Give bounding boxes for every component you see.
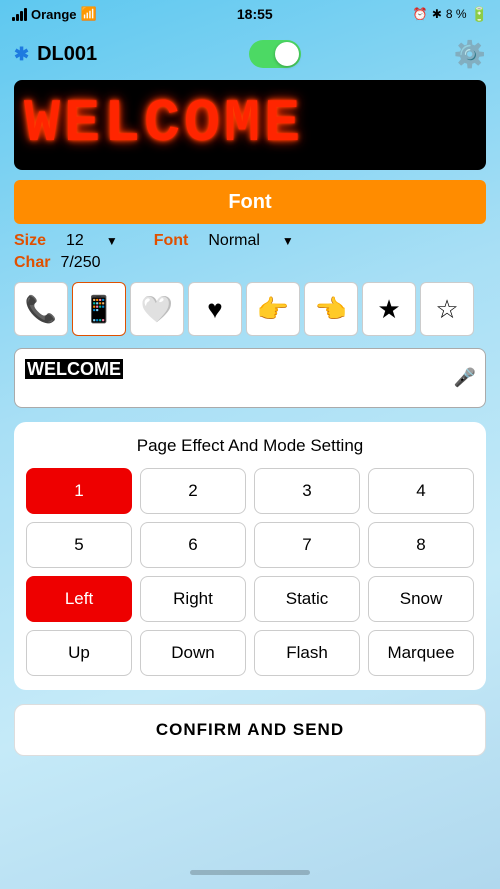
wifi-icon: 📶 xyxy=(81,6,97,22)
emoji-item-4[interactable]: 👉 xyxy=(246,282,300,336)
carrier-label: Orange xyxy=(31,7,77,22)
led-display: WELCOME xyxy=(14,80,486,170)
device-name: DL001 xyxy=(37,43,97,66)
confirm-send-button[interactable]: CONFIRM AND SEND xyxy=(14,704,486,756)
mic-icon[interactable]: 🎤 xyxy=(454,368,476,389)
emoji-item-0[interactable]: 📞 xyxy=(14,282,68,336)
alarm-icon: ⏰ xyxy=(413,7,428,21)
status-bar: Orange 📶 18:55 ⏰ ✱ 8 % 🔋 xyxy=(0,0,500,28)
emoji-item-1[interactable]: 📱 xyxy=(72,282,126,336)
time-display: 18:55 xyxy=(237,6,273,22)
status-left: Orange 📶 xyxy=(12,6,97,22)
settings-icon[interactable]: ⚙️ xyxy=(454,39,486,70)
bluetooth-icon: ✱ xyxy=(14,44,29,65)
status-right: ⏰ ✱ 8 % 🔋 xyxy=(413,6,488,23)
font-dropdown-icon[interactable]: ▼ xyxy=(282,234,294,248)
effect-btn-flash[interactable]: Flash xyxy=(254,630,360,676)
nav-left: ✱ DL001 xyxy=(14,43,97,66)
size-value: 12 xyxy=(66,232,84,250)
effect-btn-right[interactable]: Right xyxy=(140,576,246,622)
signal-icon xyxy=(12,8,27,21)
size-dropdown-icon[interactable]: ▼ xyxy=(106,234,118,248)
effect-btn-snow[interactable]: Snow xyxy=(368,576,474,622)
effect-btn-left[interactable]: Left xyxy=(26,576,132,622)
text-input-highlighted: WELCOME xyxy=(25,359,123,379)
emoji-item-3[interactable]: ♥ xyxy=(188,282,242,336)
emoji-item-6[interactable]: ★ xyxy=(362,282,416,336)
emoji-item-2[interactable]: 🤍 xyxy=(130,282,184,336)
led-text: WELCOME xyxy=(24,91,304,159)
emoji-item-7[interactable]: ☆ xyxy=(420,282,474,336)
size-label: Size xyxy=(14,232,46,250)
effect-btn-3[interactable]: 3 xyxy=(254,468,360,514)
effect-btn-4[interactable]: 4 xyxy=(368,468,474,514)
bluetooth-status-icon: ✱ xyxy=(432,7,442,21)
battery-icon: 🔋 xyxy=(471,6,488,23)
effect-btn-6[interactable]: 6 xyxy=(140,522,246,568)
toggle-knob xyxy=(275,42,299,66)
home-indicator xyxy=(190,870,310,875)
battery-label: 8 % xyxy=(446,7,467,21)
effect-grid: 1 2 3 4 5 6 7 8 Left Right Static Snow U… xyxy=(26,468,474,676)
font-meta-row: Size 12 ▼ Font Normal ▼ xyxy=(0,232,500,250)
effect-btn-8[interactable]: 8 xyxy=(368,522,474,568)
effect-btn-marquee[interactable]: Marquee xyxy=(368,630,474,676)
effect-btn-7[interactable]: 7 xyxy=(254,522,360,568)
page-effect-title: Page Effect And Mode Setting xyxy=(26,436,474,456)
nav-bar: ✱ DL001 ⚙️ xyxy=(0,28,500,80)
text-display-area[interactable]: WELCOME xyxy=(14,348,486,408)
effect-btn-down[interactable]: Down xyxy=(140,630,246,676)
effect-btn-static[interactable]: Static xyxy=(254,576,360,622)
effect-btn-1[interactable]: 1 xyxy=(26,468,132,514)
emoji-item-5[interactable]: 👈 xyxy=(304,282,358,336)
effect-btn-up[interactable]: Up xyxy=(26,630,132,676)
bottom-bar xyxy=(0,855,500,889)
emoji-row: 📞 📱 🤍 ♥ 👉 👈 ★ ☆ xyxy=(0,282,500,336)
page-effect-section: Page Effect And Mode Setting 1 2 3 4 5 6… xyxy=(14,422,486,690)
font-value: Normal xyxy=(208,232,260,250)
effect-btn-2[interactable]: 2 xyxy=(140,468,246,514)
char-row: Char 7/250 xyxy=(0,254,500,272)
power-toggle[interactable] xyxy=(249,40,301,68)
char-label: Char xyxy=(14,254,50,272)
font-button[interactable]: Font xyxy=(14,180,486,224)
text-input-container: WELCOME 🎤 xyxy=(14,348,486,408)
effect-btn-5[interactable]: 5 xyxy=(26,522,132,568)
char-count: 7/250 xyxy=(60,254,100,272)
font-label: Font xyxy=(154,232,189,250)
